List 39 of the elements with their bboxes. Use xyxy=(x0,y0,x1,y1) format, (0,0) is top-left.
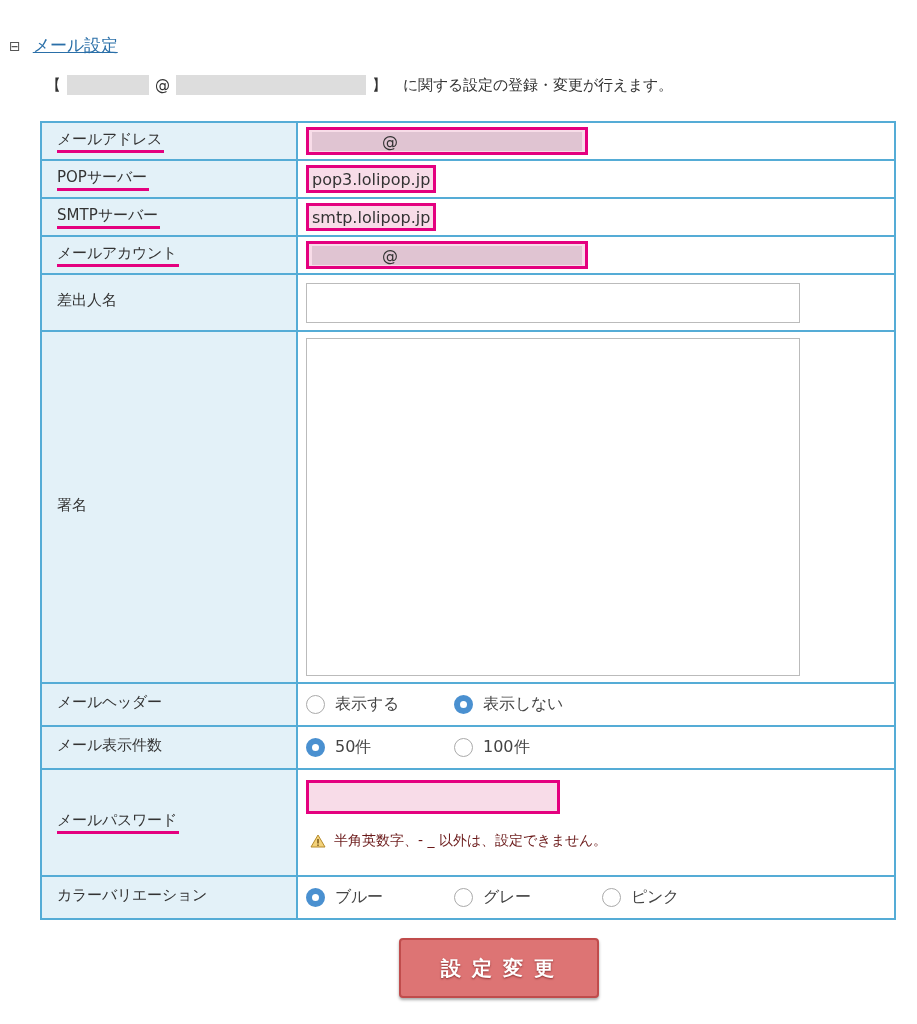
field-value: smtp.lolipop.jp xyxy=(306,203,437,231)
radio-option[interactable]: グレー xyxy=(454,887,574,908)
radio-option[interactable]: 100件 xyxy=(454,737,574,758)
field-value: @ xyxy=(306,241,588,269)
field-label: メールパスワード xyxy=(57,811,179,834)
radio-icon[interactable] xyxy=(454,695,473,714)
radio-icon[interactable] xyxy=(306,888,325,907)
field-label: 署名 xyxy=(57,495,88,516)
field-label: メールアカウント xyxy=(57,243,179,267)
radio-icon[interactable] xyxy=(602,888,621,907)
collapse-toggle[interactable]: ⊟ xyxy=(9,37,21,54)
section-title-link[interactable]: メール設定 xyxy=(32,34,118,57)
field-label: POPサーバー xyxy=(57,167,149,191)
field-label: メールヘッダー xyxy=(57,693,163,713)
input-field[interactable] xyxy=(306,282,800,323)
field-value: @ xyxy=(306,127,588,155)
bracket: 】 xyxy=(372,75,387,95)
radio-icon[interactable] xyxy=(306,695,325,714)
radio-option[interactable]: 表示する xyxy=(306,694,426,715)
signature-field[interactable] xyxy=(306,338,800,676)
field-label: 差出人名 xyxy=(57,291,118,311)
field-label: カラーバリエーション xyxy=(57,886,208,906)
field-label: SMTPサーバー xyxy=(57,205,160,229)
password-field[interactable] xyxy=(306,779,560,814)
intro-text: に関する設定の登録・変更が行えます。 xyxy=(403,75,673,95)
radio-option[interactable]: 表示しない xyxy=(454,694,574,715)
field-label: メールアドレス xyxy=(57,129,164,153)
radio-option[interactable]: ピンク xyxy=(602,887,722,908)
bracket: 【 xyxy=(46,75,61,95)
address-at: @ xyxy=(155,76,170,94)
radio-option[interactable]: ブルー xyxy=(306,887,426,908)
radio-icon[interactable] xyxy=(454,888,473,907)
radio-icon[interactable] xyxy=(306,738,325,757)
radio-option[interactable]: 50件 xyxy=(306,737,426,758)
warning-icon xyxy=(310,833,326,848)
password-note: 半角英数字、- _ 以外は、設定できません。 xyxy=(334,831,607,850)
field-value: pop3.lolipop.jp xyxy=(306,165,437,193)
radio-icon[interactable] xyxy=(454,738,473,757)
field-label: メール表示件数 xyxy=(57,736,163,756)
